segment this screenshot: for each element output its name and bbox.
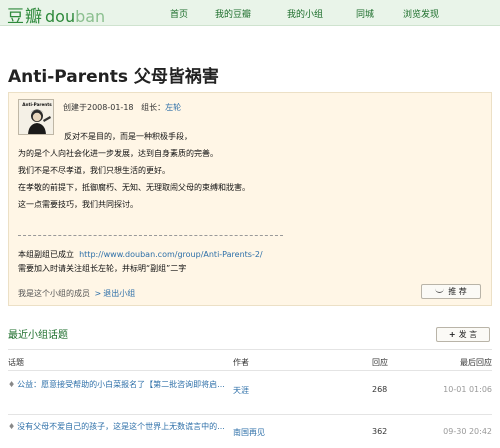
description-line: 反对不是目的，而是一种积极手段， xyxy=(64,132,192,141)
smile-icon xyxy=(435,288,445,293)
table-row: ♦ 没有父母不爱自己的孩子，这是这个世界上无数谎言中的... 南国再见 362 0… xyxy=(0,420,500,448)
plus-icon: + xyxy=(448,330,456,339)
topic-link[interactable]: ♦ 公益：愿意接受帮助的小白菜报名了【第二批咨询即将启... xyxy=(8,378,228,391)
header-last-reply: 最后回应 xyxy=(460,358,492,367)
subgroup-url-link[interactable]: http://www.douban.com/group/Anti-Parents… xyxy=(79,250,263,259)
leader-link[interactable]: 左轮 xyxy=(165,103,181,112)
dashed-divider xyxy=(18,235,283,236)
nav-home[interactable]: 首页 xyxy=(170,7,188,20)
subgroup-note: 需要加入时请关注组长左轮，并标明“副组”二字 xyxy=(18,264,187,273)
avatar-caption: Anti-Parents xyxy=(22,102,52,107)
header-topic: 话题 xyxy=(8,358,24,367)
nav-local[interactable]: 同城 xyxy=(356,7,374,20)
author-link[interactable]: 南国再见 xyxy=(233,427,265,438)
description-line: 为的是个人向社会化进一步发展，达到自身素质的完善。 xyxy=(18,149,218,158)
nav-explore[interactable]: 浏览发现 xyxy=(403,7,439,20)
group-info-box: Anti-Parents 创建于2008-01-18 组长：左轮 反对不是目的，… xyxy=(8,92,492,306)
recommend-button[interactable]: 推 荐 xyxy=(421,284,481,299)
exit-group-link[interactable]: 退出小组 xyxy=(103,289,135,298)
subgroup-text: 本组副组已成立 xyxy=(18,250,74,259)
top-navigation-bar: 豆瓣 douban 首页 我的豆瓣 我的小组 同城 浏览发现 xyxy=(0,0,500,27)
member-status: 我是这个小组的成员 xyxy=(18,289,90,298)
header-replies: 回应 xyxy=(372,358,388,367)
table-divider xyxy=(8,370,492,371)
created-date: 2008-01-18 xyxy=(87,103,134,112)
recommend-label: 推 荐 xyxy=(448,287,467,296)
reply-count: 268 xyxy=(372,385,388,394)
nav-my-groups[interactable]: 我的小组 xyxy=(287,7,323,20)
topic-pin-icon: ♦ xyxy=(8,422,16,431)
recent-topics-heading: 最近小组话题 xyxy=(8,330,68,341)
last-reply-time: 10-01 01:06 xyxy=(443,385,492,394)
membership-line: 我是这个小组的成员 > 退出小组 xyxy=(18,288,135,299)
group-title: Anti-Parents 父母皆祸害 xyxy=(8,67,219,87)
topic-link[interactable]: ♦ 没有父母不爱自己的孩子，这是这个世界上无数谎言中的... xyxy=(8,420,228,433)
table-divider xyxy=(8,414,492,415)
group-avatar[interactable]: Anti-Parents xyxy=(18,99,54,135)
exit-arrow-icon: > xyxy=(94,289,102,298)
leader-label: 组长： xyxy=(141,103,166,112)
description-line: 这一点需要技巧，我们共同探讨。 xyxy=(18,200,138,209)
avatar-image: Anti-Parents xyxy=(19,100,53,134)
last-reply-time: 09-30 20:42 xyxy=(443,427,492,436)
description-line: 在孝敬的前提下，抵御腐朽、无知、无理取闹父母的束缚和戕害。 xyxy=(18,183,250,192)
group-meta: 创建于2008-01-18 组长：左轮 xyxy=(63,102,181,113)
nav-my-douban[interactable]: 我的豆瓣 xyxy=(215,7,251,20)
post-topic-button[interactable]: + 发 言 xyxy=(436,327,490,342)
subgroup-line: 本组副组已成立 http://www.douban.com/group/Anti… xyxy=(18,249,263,260)
description-line: 我们不是不尽孝道，我们只想生活的更好。 xyxy=(18,166,170,175)
topic-pin-icon: ♦ xyxy=(8,380,16,389)
author-link[interactable]: 天涯 xyxy=(233,385,249,396)
post-label: 发 言 xyxy=(458,330,478,339)
created-label: 创建于 xyxy=(63,103,87,112)
main-nav: 首页 我的豆瓣 我的小组 同城 浏览发现 xyxy=(0,7,500,21)
table-row: ♦ 公益：愿意接受帮助的小白菜报名了【第二批咨询即将启... 天涯 268 10-… xyxy=(0,378,500,418)
header-author: 作者 xyxy=(233,358,249,367)
reply-count: 362 xyxy=(372,427,388,436)
table-divider xyxy=(8,349,492,350)
